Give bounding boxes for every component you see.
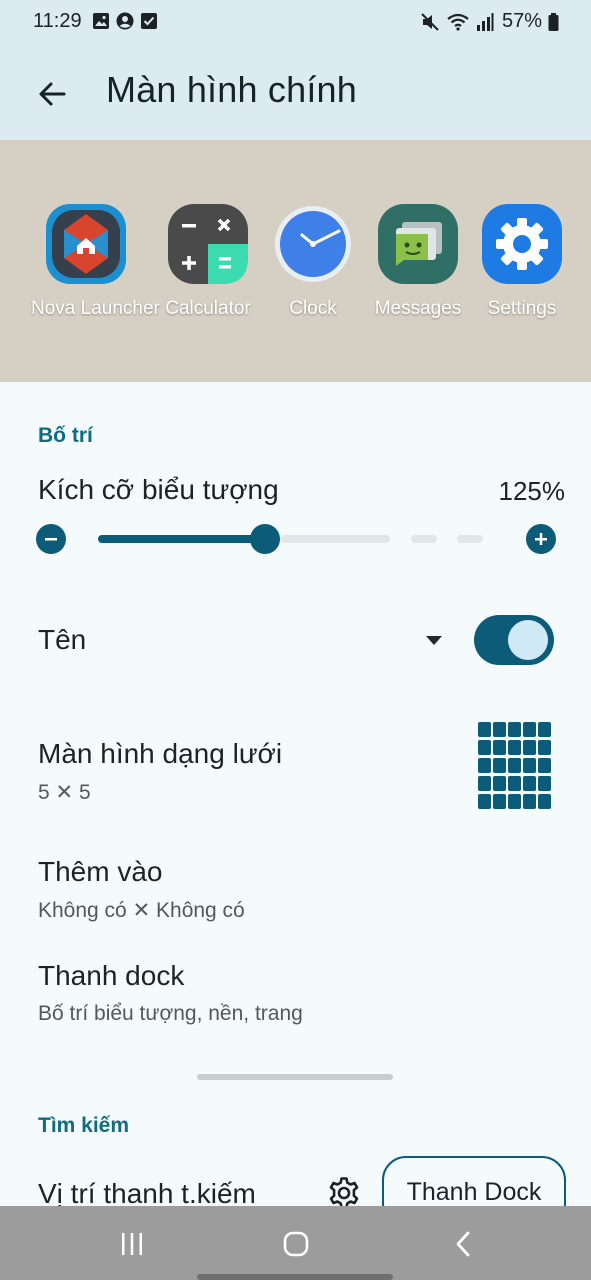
- slider-thumb[interactable]: [250, 524, 280, 554]
- slider-track: [280, 535, 390, 543]
- toggle-knob: [508, 620, 548, 660]
- section-divider: [197, 1074, 393, 1080]
- section-header-layout: Bố trí: [38, 424, 93, 447]
- grid-title[interactable]: Màn hình dạng lưới: [38, 738, 282, 770]
- messages-icon: [378, 204, 458, 284]
- app-label: Nova Launcher: [31, 298, 160, 319]
- page-title: Màn hình chính: [106, 69, 357, 110]
- wifi-icon: [447, 13, 469, 31]
- minus-icon: [45, 538, 57, 541]
- dock-subtitle: Bố trí biểu tượng, nền, trang: [38, 1002, 303, 1025]
- slider-track-active: [98, 535, 266, 543]
- nova-launcher-icon: [46, 204, 126, 284]
- app-bar: Màn hình chính: [0, 44, 591, 140]
- account-icon: [116, 12, 134, 30]
- plus-icon: [535, 533, 547, 545]
- dock-title[interactable]: Thanh dock: [38, 960, 184, 992]
- status-time: 11:29: [33, 10, 82, 32]
- app-messages: Messages: [363, 204, 473, 320]
- chevron-down-icon[interactable]: [426, 636, 442, 645]
- recents-icon: [122, 1233, 142, 1255]
- app-label: Settings: [487, 298, 557, 319]
- status-bar: 11:29 57%: [0, 0, 591, 44]
- slider-track-segment: [457, 535, 483, 543]
- icon-size-title: Kích cỡ biểu tượng: [38, 474, 279, 505]
- home-preview: Nova Launcher Calculator Clock Messages …: [0, 140, 591, 382]
- home-icon: [283, 1231, 309, 1257]
- slider-track-segment: [411, 535, 437, 543]
- calculator-icon: [168, 204, 248, 284]
- app-calculator: Calculator: [153, 204, 263, 320]
- app-settings: Settings: [467, 204, 577, 320]
- icon-size-slider[interactable]: [36, 522, 558, 554]
- back-nav-button[interactable]: [443, 1226, 483, 1262]
- recents-button[interactable]: [112, 1226, 152, 1262]
- decrease-button[interactable]: [36, 524, 66, 554]
- label-row-title[interactable]: Tên: [38, 624, 86, 656]
- add-to-title[interactable]: Thêm vào: [38, 856, 163, 888]
- battery-icon: [548, 12, 559, 31]
- arrow-back-icon: [39, 82, 66, 106]
- settings-icon: [482, 204, 562, 284]
- label-toggle[interactable]: [474, 615, 554, 665]
- checkbox-icon: [141, 13, 157, 29]
- navigation-bar: [0, 1206, 591, 1280]
- app-label: Clock: [289, 298, 337, 319]
- clock-icon: [273, 204, 353, 284]
- gesture-handle: [197, 1274, 393, 1280]
- home-button[interactable]: [276, 1226, 316, 1262]
- app-label: Messages: [374, 298, 462, 319]
- back-button[interactable]: [30, 72, 74, 116]
- signal-icon: [477, 12, 494, 31]
- grid-subtitle: 5 ✕ 5: [38, 781, 91, 804]
- battery-percent: 57%: [502, 10, 543, 32]
- section-header-search: Tìm kiếm: [38, 1114, 130, 1137]
- back-nav-icon: [456, 1231, 470, 1257]
- grid-icon: [478, 722, 554, 816]
- icon-size-value: 125%: [498, 476, 566, 506]
- gallery-icon: [93, 13, 109, 29]
- app-clock: Clock: [258, 204, 368, 320]
- settings-content: Bố trí Kích cỡ biểu tượng 125% Tên Màn h…: [0, 382, 591, 1228]
- status-icons-right: 57%: [420, 10, 559, 33]
- app-nova-launcher: Nova Launcher: [31, 204, 160, 320]
- app-label: Calculator: [165, 298, 251, 319]
- mute-icon: [421, 12, 439, 31]
- status-icons-left: [92, 12, 158, 30]
- increase-button[interactable]: [526, 524, 556, 554]
- add-to-subtitle: Không có ✕ Không có: [38, 899, 245, 922]
